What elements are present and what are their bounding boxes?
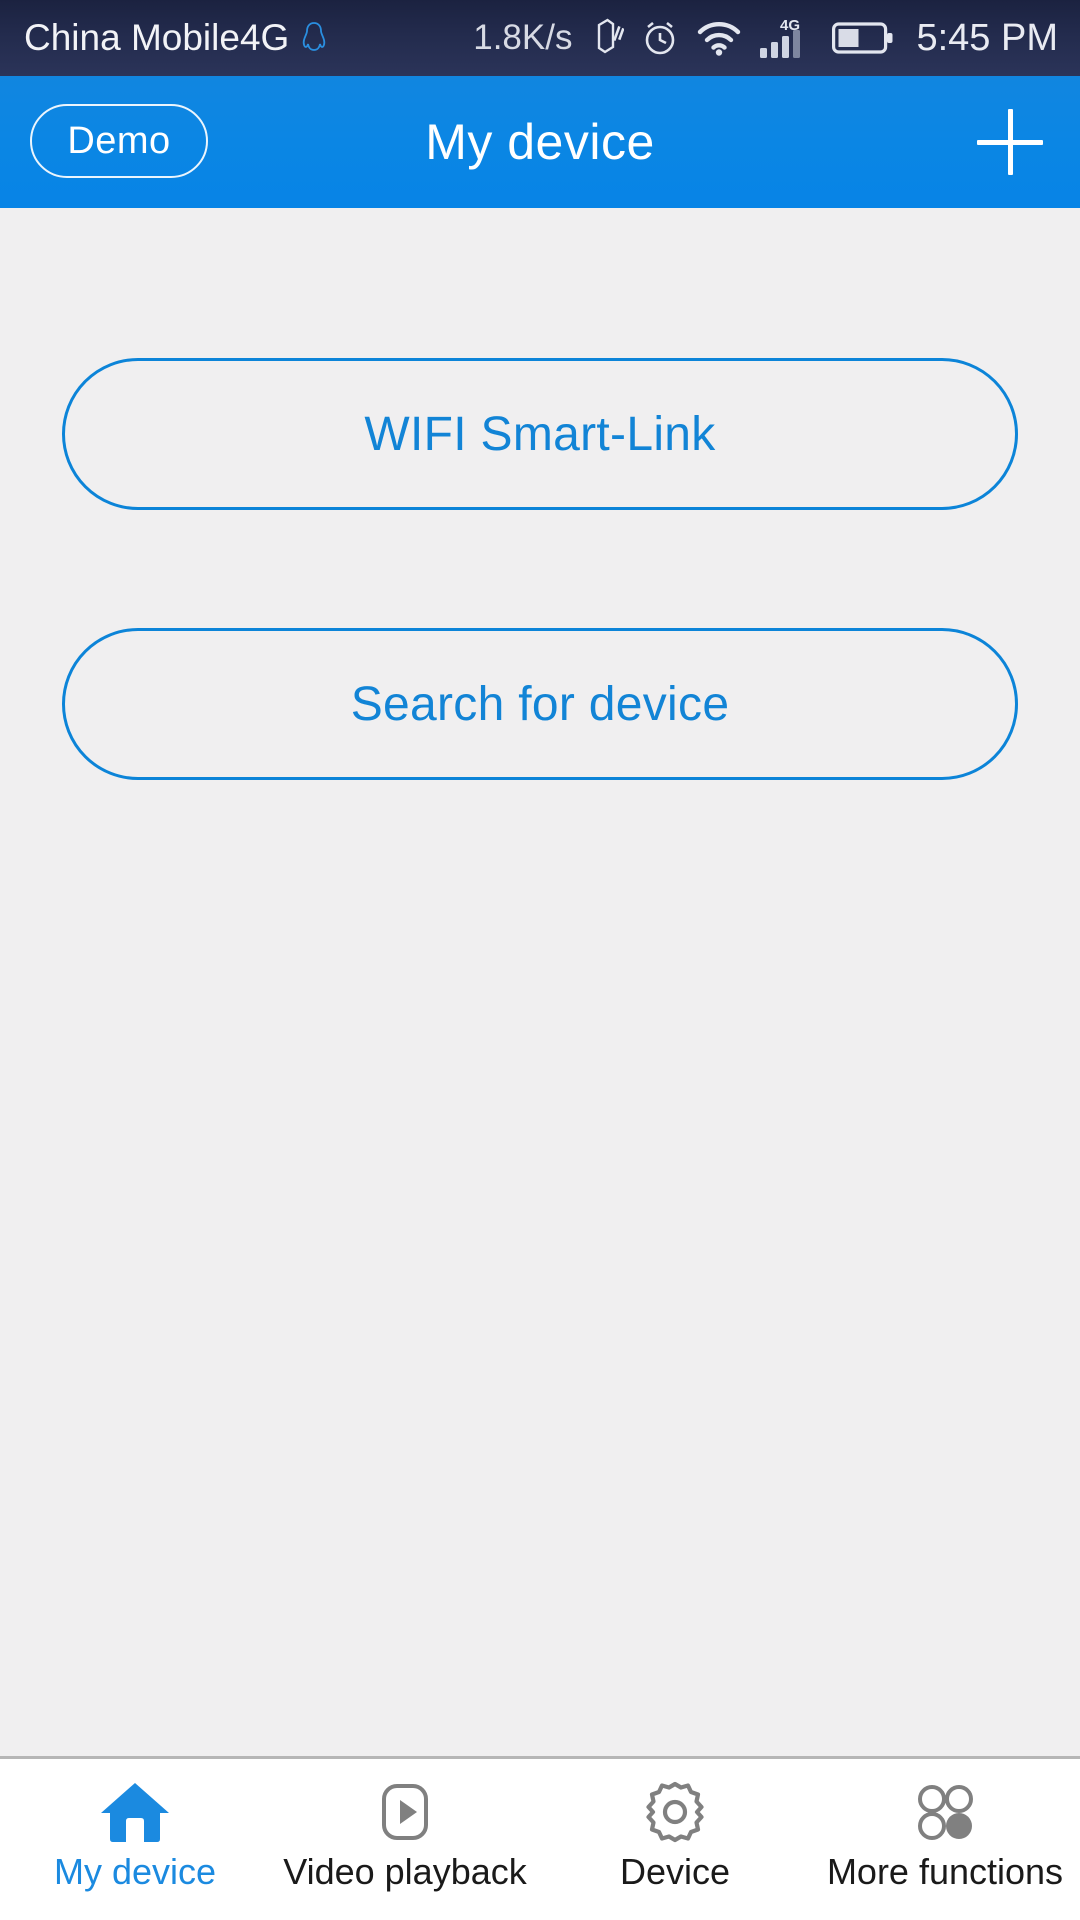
search-for-device-label: Search for device: [350, 677, 730, 731]
add-device-button[interactable]: [968, 100, 1052, 184]
play-square-icon: [371, 1776, 439, 1848]
app-header: Demo My device: [0, 76, 1080, 208]
demo-button-label: Demo: [67, 119, 171, 162]
demo-button[interactable]: Demo: [30, 104, 208, 178]
status-bar: China Mobile4G 1.8K/s 4G 5:45 PM: [0, 0, 1080, 76]
four-circles-icon: [910, 1776, 980, 1848]
nav-item-device[interactable]: Device: [540, 1759, 810, 1920]
clock-label: 5:45 PM: [916, 16, 1058, 59]
signal-bars-icon: 4G: [760, 17, 800, 58]
nav-label-video-playback: Video playback: [283, 1851, 527, 1892]
search-for-device-button[interactable]: Search for device: [62, 628, 1018, 780]
nav-item-my-device[interactable]: My device: [0, 1759, 270, 1920]
status-bar-right: 1.8K/s 4G 5:45 PM: [473, 16, 1058, 60]
battery-icon: [832, 22, 893, 54]
nav-label-my-device: My device: [53, 1851, 217, 1892]
vibrate-icon: [598, 18, 625, 54]
network-speed-label: 1.8K/s: [473, 18, 573, 57]
nav-item-video-playback[interactable]: Video playback: [270, 1759, 540, 1920]
nav-label-more-functions: More functions: [826, 1851, 1064, 1892]
gear-icon: [640, 1776, 710, 1848]
wifi-smart-link-button[interactable]: WIFI Smart-Link: [62, 358, 1018, 510]
bottom-navigation-bar: My device Video playback Device More fun…: [0, 1759, 1080, 1920]
home-icon: [99, 1776, 171, 1848]
status-bar-left: China Mobile4G: [24, 17, 327, 59]
app-screen: China Mobile4G 1.8K/s 4G 5:45 PM Demo My…: [0, 0, 1080, 1920]
plus-icon-vertical: [1007, 109, 1013, 175]
wifi-icon: [698, 21, 741, 56]
main-content: WIFI Smart-Link Search for device: [0, 208, 1080, 1756]
alarm-clock-icon: [646, 21, 675, 55]
nav-label-device: Device: [619, 1851, 731, 1892]
nav-item-more-functions[interactable]: More functions: [810, 1759, 1080, 1920]
wifi-smart-link-label: WIFI Smart-Link: [364, 407, 716, 461]
carrier-label: China Mobile4G: [24, 17, 290, 58]
qq-penguin-icon: [303, 22, 326, 51]
